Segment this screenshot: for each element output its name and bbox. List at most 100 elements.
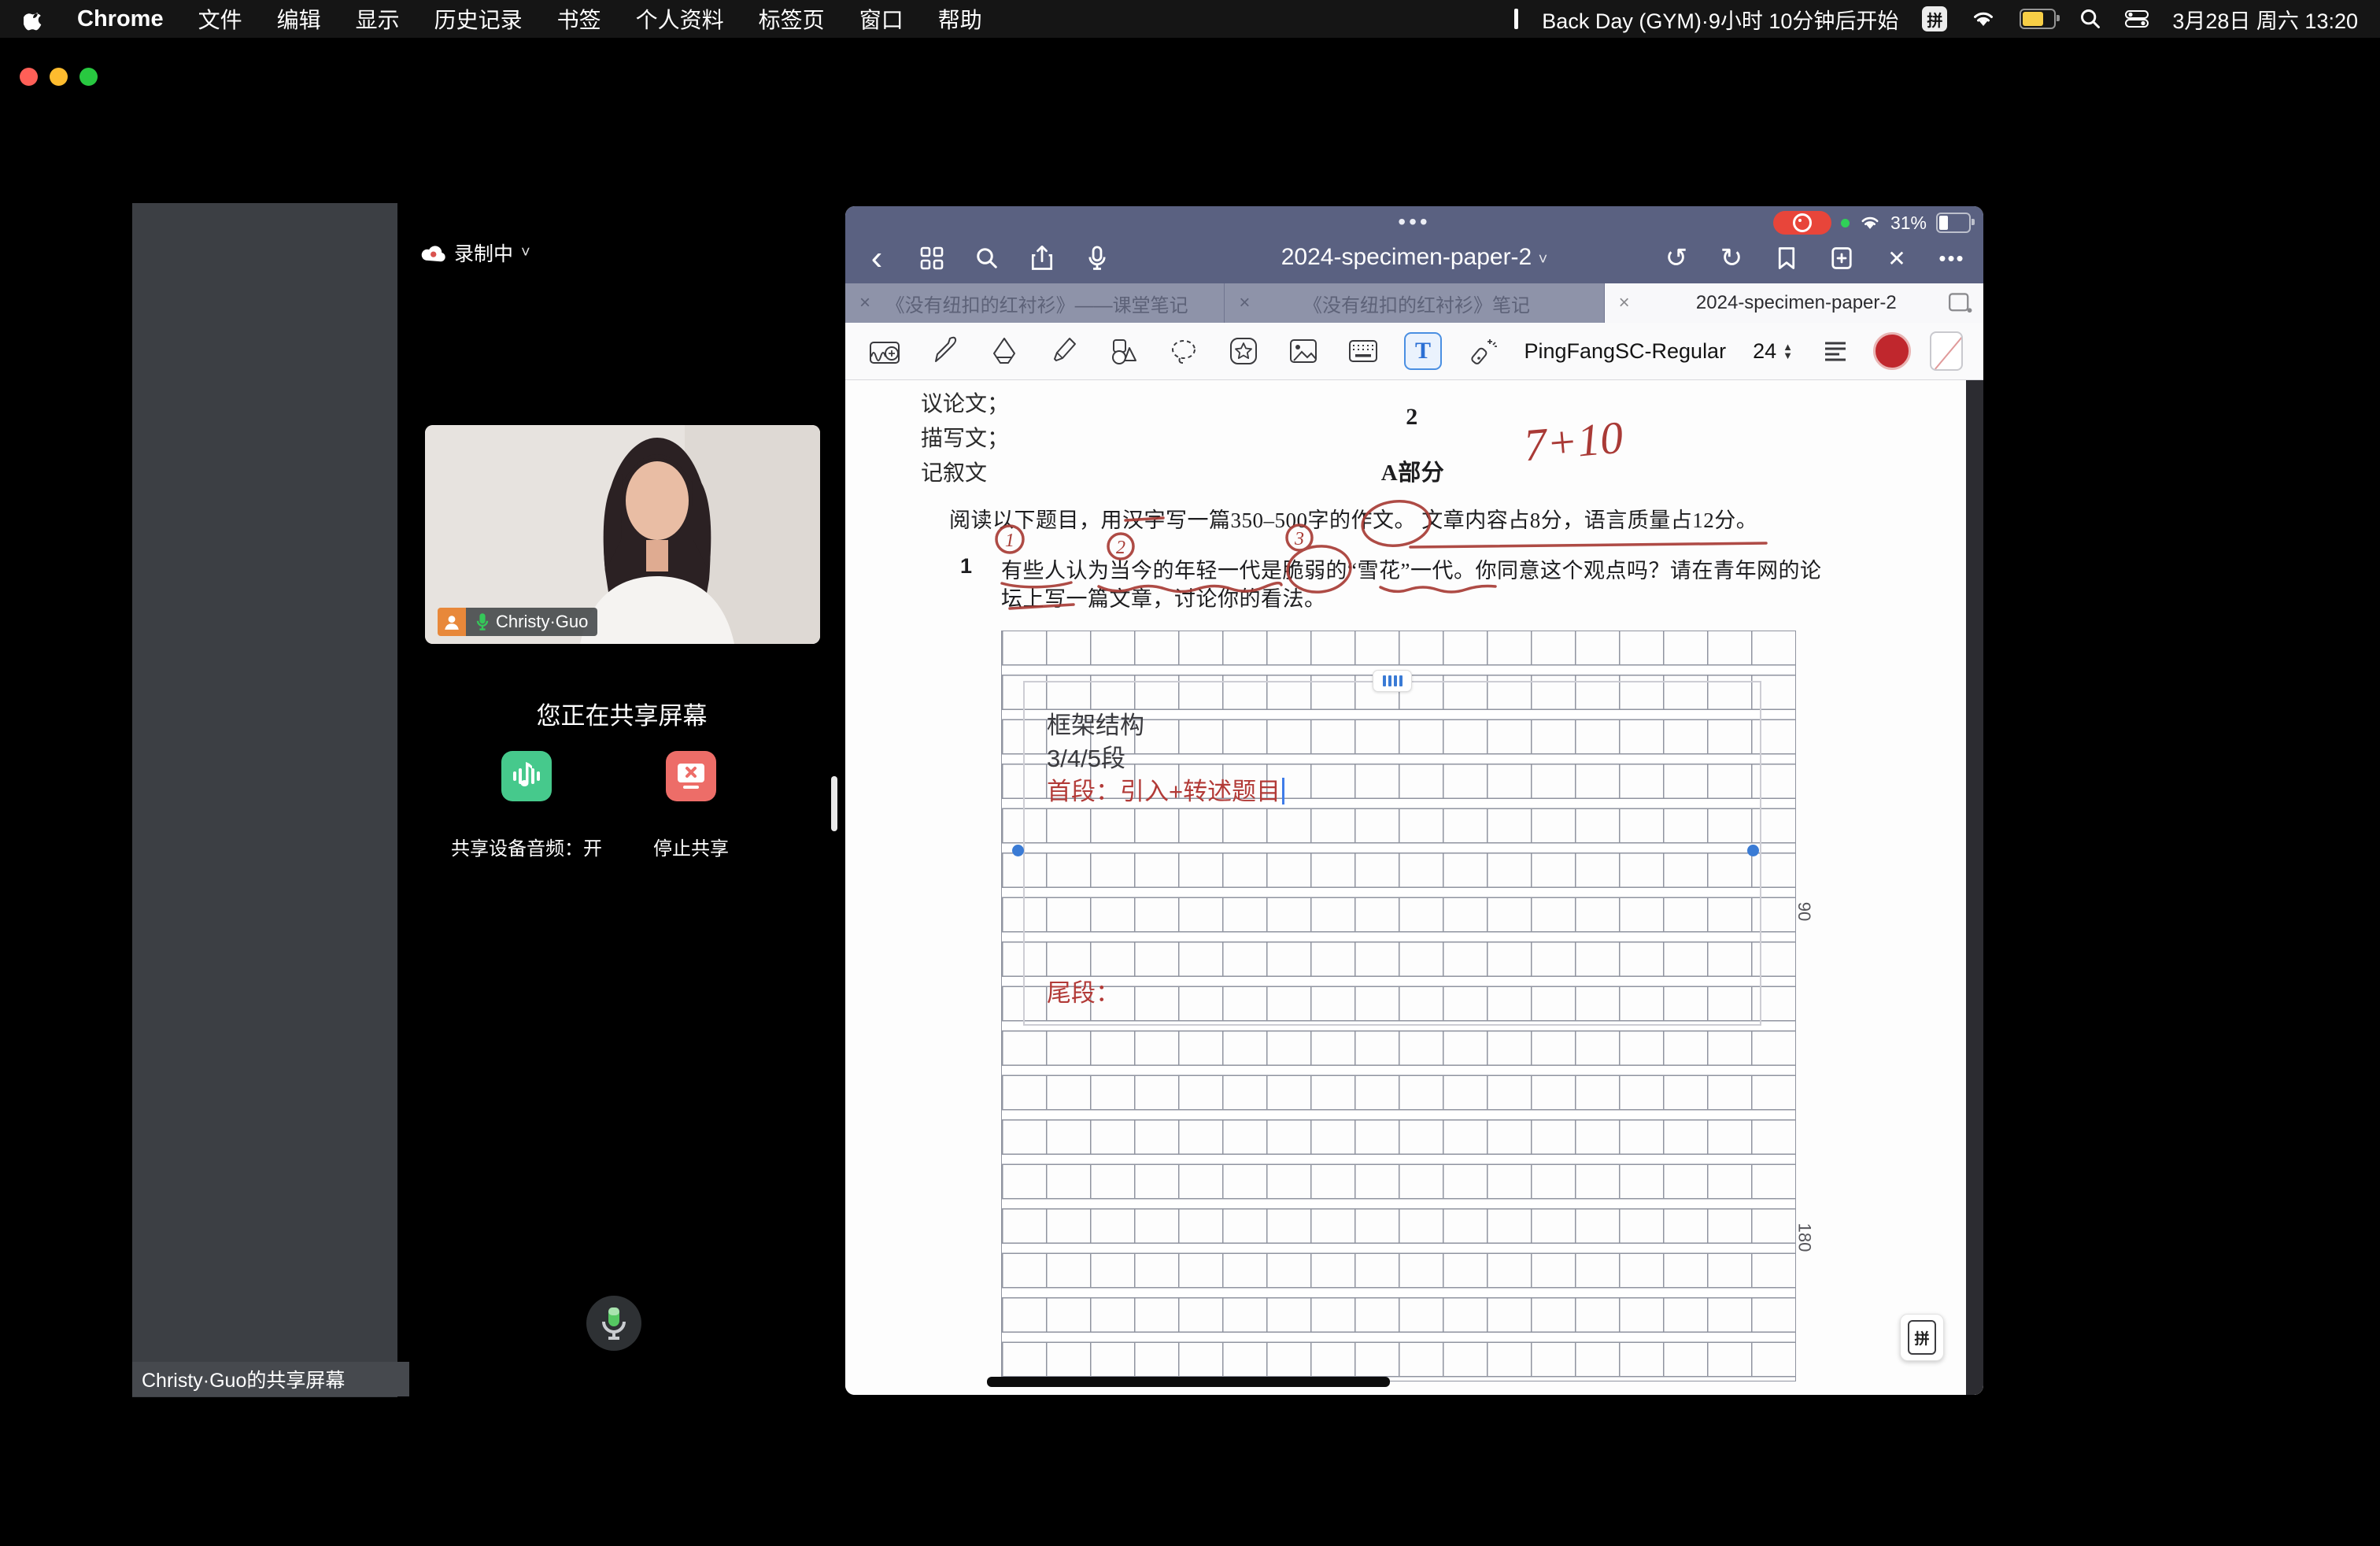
meeting-side-panel <box>132 203 397 1397</box>
chevron-down-icon: ˅ <box>521 244 530 262</box>
panel-drag-handle[interactable] <box>831 776 837 831</box>
wifi-icon[interactable] <box>1971 9 1996 28</box>
menu-window[interactable]: 窗口 <box>859 3 904 35</box>
sticker-tool[interactable] <box>1225 332 1262 370</box>
note-last-paragraph: 尾段： <box>1047 973 1120 1008</box>
recording-indicator[interactable]: 录制中 ˅ <box>419 239 530 267</box>
menu-tabs[interactable]: 标签页 <box>759 3 825 35</box>
undo-button[interactable]: ↺ <box>1661 241 1692 276</box>
text-highlight-none-swatch[interactable] <box>1930 331 1963 371</box>
menu-bookmarks[interactable]: 书签 <box>557 3 601 35</box>
text-cursor <box>1282 778 1284 804</box>
exam-instructions: 阅读以下题目，用汉字写一篇350–500字的作文。 文章内容占8分，语言质量占1… <box>949 503 1757 534</box>
section-heading: A部分 <box>1362 454 1464 487</box>
font-name-button[interactable]: PingFangSC-Regular <box>1524 339 1726 364</box>
text-box-drag-handle[interactable] <box>1373 670 1412 692</box>
tab-close-icon[interactable]: × <box>1239 292 1250 314</box>
genre-line: 描写文； <box>921 421 1009 453</box>
tab-red-shirt-notes[interactable]: × 《没有纽扣的红衬衫》笔记 <box>1225 283 1604 323</box>
stop-share-label: 停止共享 <box>628 833 754 860</box>
participant-video: Christy·Guo <box>425 425 820 644</box>
close-document-button[interactable]: ✕ <box>1881 241 1913 276</box>
note-framework-title: 框架结构 <box>1047 705 1144 741</box>
title-chevron-icon: ˅ <box>1539 251 1548 268</box>
input-source-badge[interactable]: 拼 <box>1922 6 1947 31</box>
tab-close-icon[interactable]: × <box>859 292 870 314</box>
screen-recording-indicator-icon[interactable] <box>1514 9 1518 29</box>
stop-share-icon <box>674 761 708 791</box>
lasso-tool[interactable] <box>1165 332 1203 370</box>
minimize-window-button[interactable] <box>50 68 68 86</box>
text-tool[interactable]: T <box>1404 332 1442 370</box>
bookmark-button[interactable] <box>1771 241 1802 276</box>
redo-button[interactable]: ↻ <box>1716 241 1747 276</box>
macos-menu-bar: Chrome 文件 编辑 显示 历史记录 书签 个人资料 标签页 窗口 帮助 B… <box>0 0 2380 38</box>
zoom-window-button[interactable] <box>79 68 98 86</box>
document-page[interactable]: 议论文； 描写文； 记叙文 2 A部分 7+10 阅读以下题目，用汉字写一篇35… <box>845 380 1983 1395</box>
genre-line: 议论文； <box>921 386 1009 418</box>
text-box-resize-handle-left[interactable] <box>1012 845 1024 856</box>
handwritten-score: 7+10 <box>1521 411 1625 472</box>
note-first-paragraph: 首段：引入+转述题目 <box>1047 771 1284 807</box>
tab-close-icon[interactable]: × <box>1619 292 1630 314</box>
menu-help[interactable]: 帮助 <box>938 3 982 35</box>
menu-edit[interactable]: 编辑 <box>277 3 321 35</box>
document-tab-bar: × 《没有纽扣的红衬衫》——课堂笔记 × 《没有纽扣的红衬衫》笔记 × 2024… <box>845 283 1983 323</box>
mic-on-icon <box>475 612 490 631</box>
margin-count-90: 90 <box>1794 902 1814 921</box>
apple-logo-icon[interactable] <box>24 7 44 31</box>
text-box-resize-handle-right[interactable] <box>1747 845 1759 856</box>
add-page-button[interactable] <box>1826 241 1857 276</box>
keyboard-tool[interactable] <box>1344 332 1382 370</box>
page-edge-background <box>1966 380 1983 1395</box>
microphone-button[interactable] <box>586 1296 641 1351</box>
tab-red-shirt-class-notes[interactable]: × 《没有纽扣的红衬衫》——课堂笔记 <box>845 283 1225 323</box>
page-panel-icon[interactable] <box>1949 293 1972 313</box>
participant-name: Christy·Guo <box>496 612 588 632</box>
stop-share-button[interactable] <box>666 751 716 801</box>
menu-history[interactable]: 历史记录 <box>434 3 523 35</box>
floating-input-method-button[interactable]: 拼 <box>1900 1314 1944 1361</box>
ipad-wifi-icon <box>1859 214 1881 231</box>
notes-app-header: ••• 31% ‹ <box>845 206 1983 283</box>
green-status-dot-icon <box>1841 219 1850 227</box>
highlighter-tool[interactable] <box>1045 332 1083 370</box>
more-options-button[interactable]: ••• <box>1936 241 1968 276</box>
share-device-audio-button[interactable] <box>501 751 552 801</box>
share-audio-label: 共享设备音频：开 <box>438 833 615 860</box>
zoom-writing-tool[interactable] <box>866 332 904 370</box>
paragraph-align-button[interactable] <box>1816 332 1854 370</box>
shared-screen-notes-app: ••• 31% ‹ <box>845 206 1983 1395</box>
menu-bar-clock[interactable]: 3月28日 周六 13:20 <box>2172 4 2358 35</box>
image-tool[interactable] <box>1284 332 1322 370</box>
close-window-button[interactable] <box>20 68 38 86</box>
battery-icon[interactable] <box>2020 9 2056 29</box>
shared-screen-banner: Christy·Guo的共享屏幕 <box>132 1362 409 1396</box>
spotlight-search-icon[interactable] <box>2079 8 2101 30</box>
sharing-status-title: 您正在共享屏幕 <box>425 696 819 731</box>
battery-percentage: 31% <box>1890 213 1927 234</box>
question-number: 1 <box>960 554 973 579</box>
tab-specimen-paper[interactable]: × 2024-specimen-paper-2 <box>1605 283 1983 323</box>
eraser-tool[interactable] <box>985 332 1023 370</box>
font-size-stepper[interactable]: 24 ▲▼ <box>1753 339 1793 364</box>
recording-label: 录制中 <box>454 239 513 267</box>
device-audio-icon <box>511 760 542 792</box>
pen-tool[interactable] <box>926 332 963 370</box>
thick-ink-divider-line <box>987 1377 1390 1387</box>
participant-nametag: Christy·Guo <box>438 608 597 636</box>
microphone-icon <box>601 1306 627 1341</box>
menu-profiles[interactable]: 个人资料 <box>636 3 724 35</box>
control-center-icon[interactable] <box>2125 9 2149 28</box>
window-controls <box>20 68 98 86</box>
active-app-name[interactable]: Chrome <box>77 6 164 32</box>
shapes-tool[interactable] <box>1105 332 1143 370</box>
laser-pointer-tool[interactable] <box>1464 332 1502 370</box>
screen-record-pill-icon[interactable] <box>1773 211 1831 235</box>
cloud-recording-icon <box>419 243 446 262</box>
page-number: 2 <box>1388 404 1436 431</box>
text-color-red-swatch[interactable] <box>1873 332 1911 370</box>
calendar-event-reminder[interactable]: Back Day (GYM)·9小时 10分钟后开始 <box>1542 4 1898 35</box>
menu-view[interactable]: 显示 <box>356 3 400 35</box>
menu-file[interactable]: 文件 <box>198 3 242 35</box>
